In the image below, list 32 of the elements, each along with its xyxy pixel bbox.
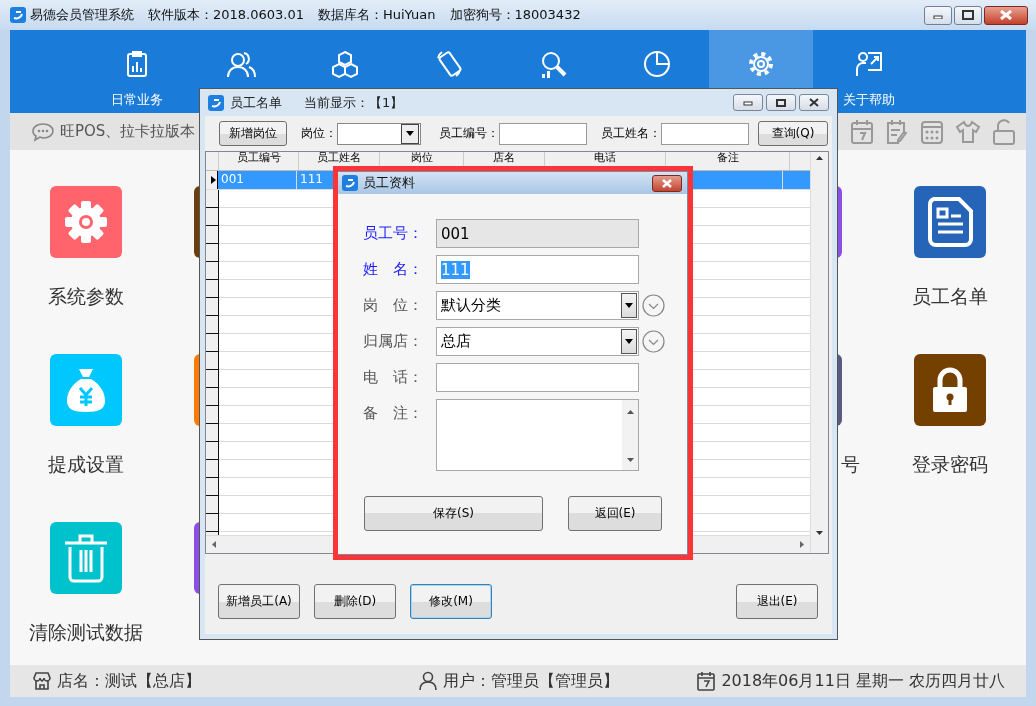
database-name: 数据库名：HuiYuan [318,6,436,24]
employee-name-label: 员工姓名： [601,125,661,142]
position-label: 岗位： [301,125,337,142]
record-count: 当前显示：【1】 [304,93,404,112]
field-label: 姓 名： [363,259,424,280]
field-label: 备 注： [363,403,424,424]
current-user: 用户：管理员【管理员】 [443,670,619,692]
window-title: 易德会员管理系统 [30,6,134,24]
column-header: 店名 [464,152,545,170]
tile-label: 提成设置 [48,452,124,477]
current-date: 2018年06月11日 星期一 农历四月廿八 [721,670,1005,692]
tile-label: 系统参数 [48,284,124,309]
notice-text: 旺POS、拉卡拉版本 [60,122,196,141]
employee-number-label: 员工编号： [439,125,499,142]
column-header: 岗位 [380,152,464,170]
column-header: 员工姓名 [299,152,380,170]
field-label: 岗 位： [363,295,424,316]
column-header: 备注 [666,152,790,170]
software-version: 软件版本：2018.0603.01 [148,6,304,24]
column-header: 电话 [545,152,666,170]
field-label: 员工号： [363,223,424,244]
tile-label: 员工名单 [912,284,988,309]
tile-label: 号 [841,452,860,477]
column-header: 员工编号 [219,152,299,170]
field-label: 归属店： [363,331,424,352]
table-cell: 001 [218,171,297,189]
tile-label: 清除测试数据 [29,620,143,645]
tile-label: 登录密码 [912,452,988,477]
field-label: 电 话： [363,367,424,388]
dongle-number: 加密狗号：18003432 [449,6,581,24]
store-name: 店名：测试【总店】 [57,670,201,692]
window-title: 员工名单 [230,93,282,112]
